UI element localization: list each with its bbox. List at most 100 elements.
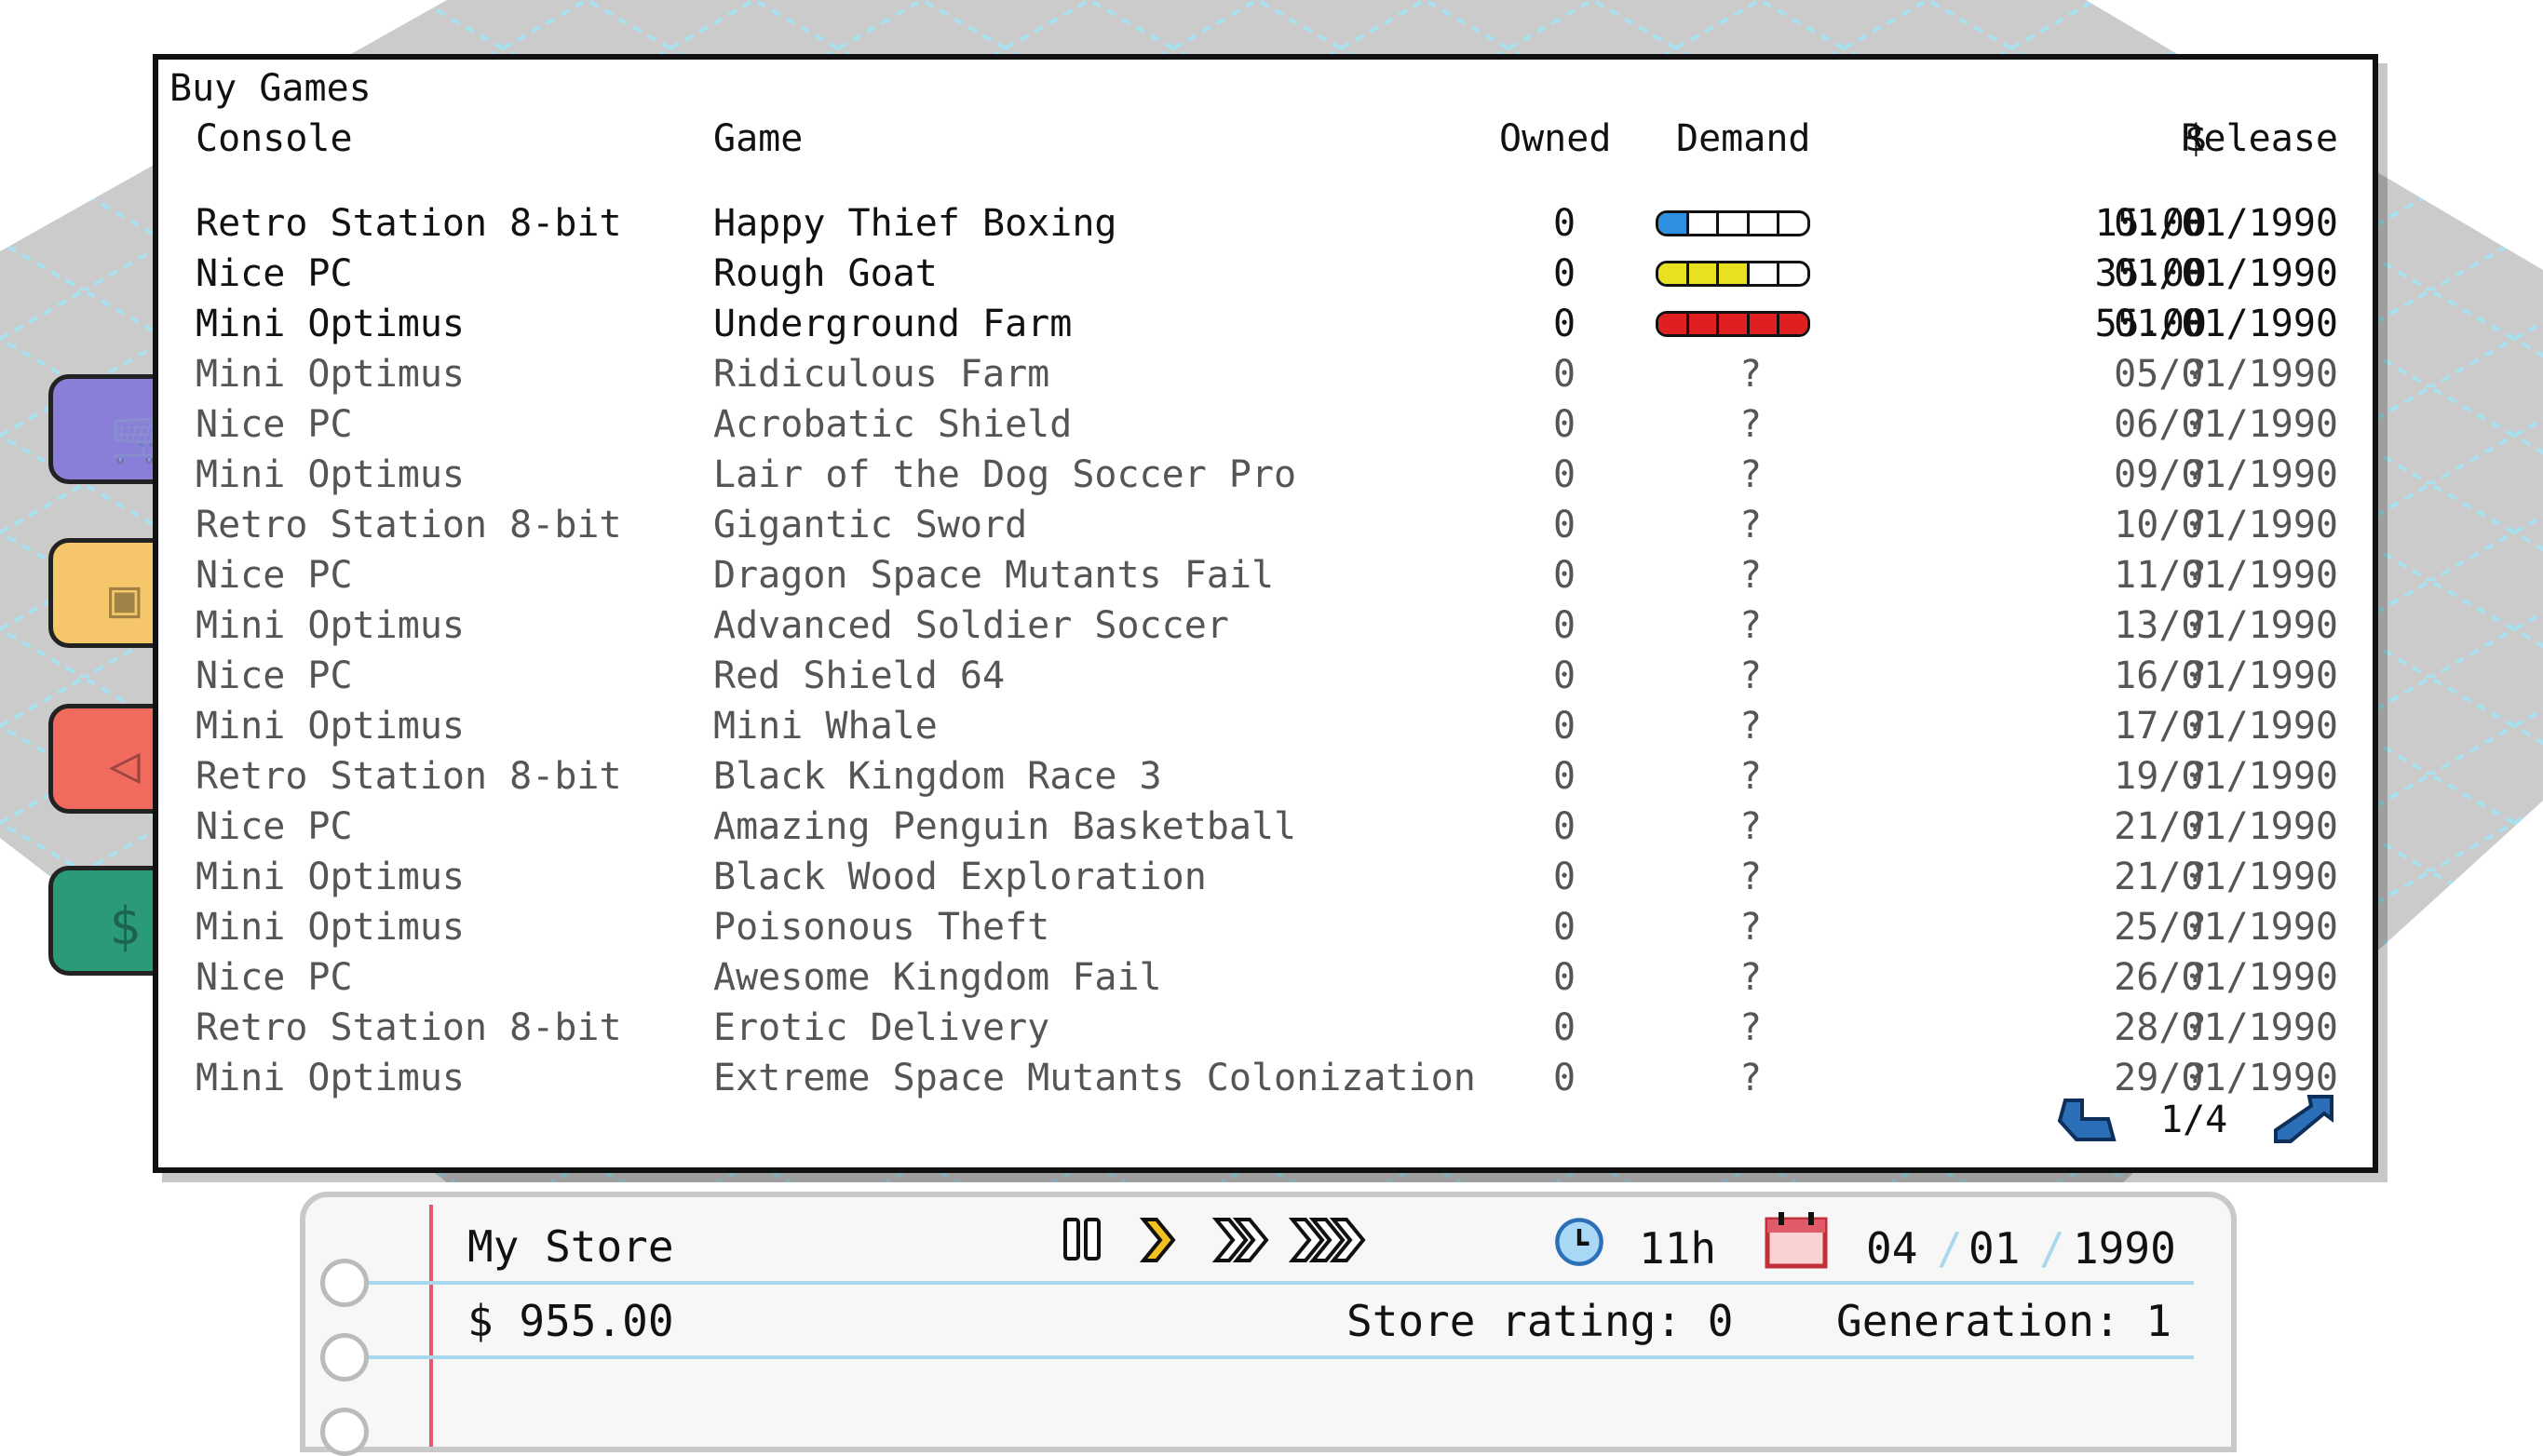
table-row[interactable]: Nice PC Red Shield 64 0? 16/01/1990? (158, 651, 2373, 701)
header-demand[interactable]: Demand (1676, 117, 1811, 160)
table-row[interactable]: Nice PC Rough Goat 0 35.00 01/01/1990 (158, 249, 2373, 299)
release-cell: 05/01/1990 (2114, 353, 2338, 396)
owned-cell: 0 (1552, 1006, 1576, 1049)
owned-cell: 0 (1552, 1057, 1576, 1099)
demand-cell: ? (1738, 654, 1763, 697)
table-row[interactable]: Nice PC Awesome Kingdom Fail 0? 26/01/1990? (158, 952, 2373, 1003)
release-cell: 01/01/1990 (2114, 202, 2338, 245)
notebook-margin-line (429, 1205, 433, 1447)
console-cell: Mini Optimus (196, 1057, 465, 1099)
game-cell: Awesome Kingdom Fail (713, 956, 1162, 999)
console-cell: Nice PC (196, 654, 353, 697)
table-row[interactable]: Retro Station 8-bit Black Kingdom Race 3 0… (158, 751, 2373, 802)
header-game[interactable]: Game (713, 117, 803, 160)
game-cell: Underground Farm (713, 303, 1073, 345)
owned-cell: 0 (1552, 403, 1576, 446)
demand-bar (1656, 261, 1810, 287)
console-cell: Nice PC (196, 252, 353, 295)
calendar-icon (1765, 1212, 1828, 1269)
table-row[interactable]: Mini Optimus Poisonous Theft 0? 25/01/1990? (158, 902, 2373, 952)
release-cell: 11/01/1990 (2114, 554, 2338, 597)
release-cell: 01/01/1990 (2114, 303, 2338, 345)
owned-cell: 0 (1552, 906, 1576, 949)
demand-cell: ? (1738, 403, 1763, 446)
money-display: $ 955.00 (467, 1296, 674, 1346)
release-cell: 25/01/1990 (2114, 906, 2338, 949)
demand-cell: ? (1738, 1057, 1763, 1099)
table-row[interactable]: Mini Optimus Mini Whale 0? 17/01/1990? (158, 701, 2373, 751)
game-cell: Mini Whale (713, 705, 938, 748)
money-icon: $ (109, 897, 141, 957)
demand-segment (1658, 263, 1689, 284)
demand-cell: ? (1738, 453, 1763, 496)
demand-segment (1719, 213, 1750, 234)
status-notebook: My Store 11h 04 / 01 / 1990 $ 955.00 Sto… (300, 1192, 2237, 1456)
game-cell: Black Kingdom Race 3 (713, 755, 1162, 798)
date-year: 1990 (2073, 1223, 2176, 1274)
play-speed-1-icon[interactable] (1136, 1214, 1181, 1266)
header-console[interactable]: Console (196, 117, 353, 160)
demand-cell: ? (1738, 906, 1763, 949)
owned-cell: 0 (1552, 303, 1576, 345)
release-cell: 21/01/1990 (2114, 856, 2338, 898)
demand-segment (1750, 263, 1780, 284)
date-day: 04 (1866, 1223, 1918, 1274)
table-row[interactable]: Mini Optimus Extreme Space Mutants Coloni… (158, 1053, 2373, 1103)
console-cell: Mini Optimus (196, 453, 465, 496)
console-cell: Retro Station 8-bit (196, 1006, 622, 1049)
table-row[interactable]: Mini Optimus Advanced Soldier Soccer 0? 13/… (158, 600, 2373, 651)
tag-icon: ◁ (109, 735, 141, 795)
box-icon: ▣ (109, 569, 141, 629)
table-row[interactable]: Mini Optimus Lair of the Dog Soccer Pro 0?… (158, 450, 2373, 500)
owned-cell: 0 (1552, 252, 1576, 295)
table-row[interactable]: Retro Station 8-bit Happy Thief Boxing 0 15… (158, 198, 2373, 249)
table-row[interactable]: Mini Optimus Black Wood Exploration 0? 21/0… (158, 852, 2373, 902)
table-row[interactable]: Retro Station 8-bit Gigantic Sword 0? 10/01… (158, 500, 2373, 550)
release-cell: 17/01/1990 (2114, 705, 2338, 748)
owned-cell: 0 (1552, 805, 1576, 848)
next-page-arrow-icon[interactable] (2270, 1093, 2335, 1145)
table-row[interactable]: Nice PC Dragon Space Mutants Fail 0? 11/01/… (158, 550, 2373, 600)
header-release[interactable]: Release (2021, 117, 2338, 160)
demand-cell: ? (1738, 554, 1763, 597)
release-cell: 21/01/1990 (2114, 805, 2338, 848)
game-cell: Amazing Penguin Basketball (713, 805, 1297, 848)
game-cell: Ridiculous Farm (713, 353, 1050, 396)
pagination: 1/4 (2056, 1093, 2335, 1149)
notebook-rule (361, 1355, 2194, 1359)
owned-cell: 0 (1552, 604, 1576, 647)
previous-page-arrow-icon[interactable] (2056, 1093, 2121, 1145)
demand-cell: ? (1738, 504, 1763, 546)
generation: Generation: 1 (1836, 1296, 2172, 1346)
demand-cell: ? (1738, 353, 1763, 396)
header-owned[interactable]: Owned (1499, 117, 1611, 160)
console-cell: Mini Optimus (196, 303, 465, 345)
owned-cell: 0 (1552, 202, 1576, 245)
table-row[interactable]: Nice PC Amazing Penguin Basketball 0? 21/01… (158, 802, 2373, 852)
table-row[interactable]: Mini Optimus Underground Farm 0 55.00 01/01/… (158, 299, 2373, 349)
console-cell: Nice PC (196, 403, 353, 446)
release-cell: 26/01/1990 (2114, 956, 2338, 999)
game-cell: Acrobatic Shield (713, 403, 1073, 446)
window-title: Buy Games (169, 67, 372, 110)
page-indicator: 1/4 (2160, 1099, 2228, 1141)
game-cell: Erotic Delivery (713, 1006, 1050, 1049)
play-speed-3-icon[interactable] (1289, 1214, 1373, 1266)
notebook-ring (320, 1408, 369, 1456)
table-row[interactable]: Mini Optimus Ridiculous Farm 0? 05/01/1990? (158, 349, 2373, 399)
release-cell: 09/01/1990 (2114, 453, 2338, 496)
play-speed-2-icon[interactable] (1212, 1214, 1274, 1266)
table-row[interactable]: Nice PC Acrobatic Shield 0? 06/01/1990? (158, 399, 2373, 450)
demand-segment (1750, 213, 1780, 234)
console-cell: Mini Optimus (196, 353, 465, 396)
owned-cell: 0 (1552, 956, 1576, 999)
pause-icon[interactable] (1062, 1214, 1106, 1266)
table-row[interactable]: Retro Station 8-bit Erotic Delivery 0? 28/0… (158, 1003, 2373, 1053)
console-cell: Nice PC (196, 956, 353, 999)
demand-cell: ? (1738, 755, 1763, 798)
notebook-ring (320, 1333, 369, 1382)
clock-icon (1555, 1218, 1603, 1266)
console-cell: Mini Optimus (196, 705, 465, 748)
buy-games-window: Buy Games Console Game Owned Demand $ Re… (153, 54, 2378, 1173)
console-cell: Mini Optimus (196, 856, 465, 898)
